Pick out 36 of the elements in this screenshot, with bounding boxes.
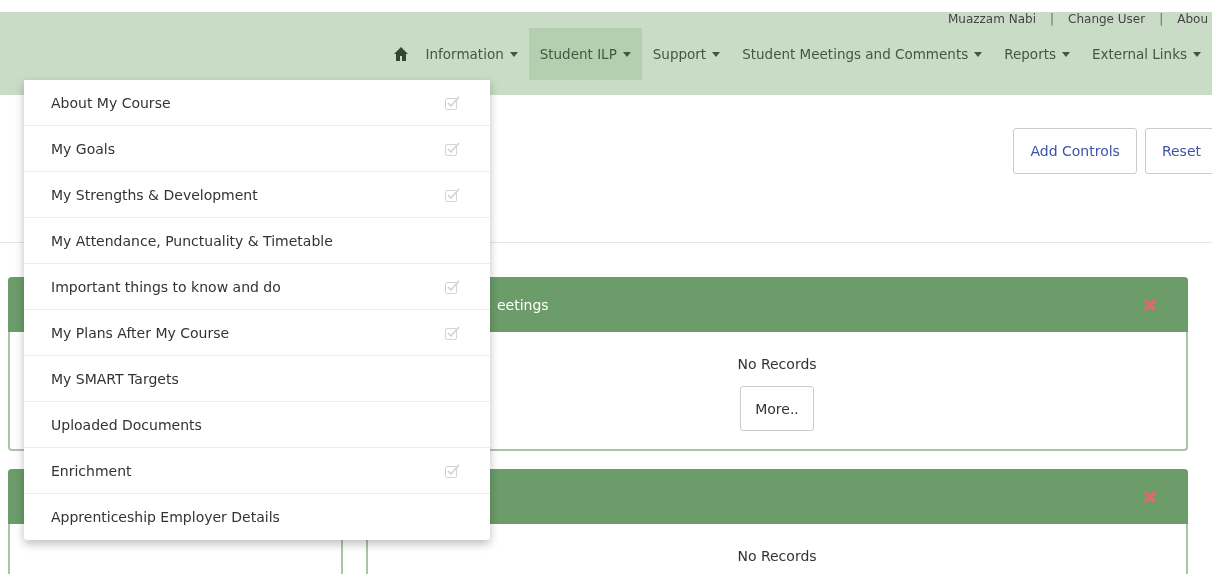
user-bar-link[interactable]: Abou <box>1177 12 1208 26</box>
dropdown-item[interactable]: My SMART Targets <box>24 356 490 402</box>
dropdown-item[interactable]: My Strengths & Development <box>24 172 490 218</box>
dropdown-item[interactable]: Enrichment <box>24 448 490 494</box>
dropdown-item[interactable]: My Attendance, Punctuality & Timetable <box>24 218 490 264</box>
nav-menu-item[interactable]: Reports <box>993 28 1081 80</box>
user-bar-link[interactable]: Change User <box>1068 12 1146 26</box>
nav-menu-item[interactable]: Support <box>641 28 732 80</box>
user-bar-link[interactable]: Muazzam Nabi <box>947 12 1036 26</box>
caret-icon <box>1062 51 1070 57</box>
dropdown-item[interactable]: Uploaded Documents <box>24 402 490 448</box>
close-icon[interactable] <box>1142 296 1158 313</box>
nav-menu-item[interactable]: Information <box>414 28 529 80</box>
caret-icon <box>622 51 631 57</box>
separator: | <box>1159 12 1164 26</box>
home-icon[interactable] <box>392 46 409 62</box>
dropdown-item[interactable]: My Plans After My Course <box>24 310 490 356</box>
panel-title: eetings <box>497 296 549 313</box>
dropdown-item[interactable]: About My Course <box>24 80 490 126</box>
caret-icon <box>509 51 518 57</box>
empty-message: No Records <box>737 548 817 564</box>
caret-icon <box>1193 51 1201 57</box>
toolbar-button[interactable]: Add Controls <box>1013 128 1137 174</box>
caret-icon <box>974 51 983 57</box>
nav-menu-item[interactable]: External Links <box>1081 28 1212 80</box>
dropdown-item[interactable]: Apprenticeship Employer Details <box>24 494 490 540</box>
caret-icon <box>712 51 721 57</box>
toolbar-button[interactable]: Reset <box>1144 128 1212 174</box>
nav-menu-item[interactable]: Student ILP <box>528 28 642 80</box>
separator: | <box>1050 12 1055 26</box>
dropdown-item[interactable]: My Goals <box>24 126 490 172</box>
close-icon[interactable] <box>1142 488 1158 505</box>
nav-menu-item[interactable]: Student Meetings and Comments <box>731 28 994 80</box>
more-button[interactable]: More.. <box>740 386 814 431</box>
empty-message: No Records <box>737 356 817 372</box>
dropdown-item[interactable]: Important things to know and do <box>24 264 490 310</box>
